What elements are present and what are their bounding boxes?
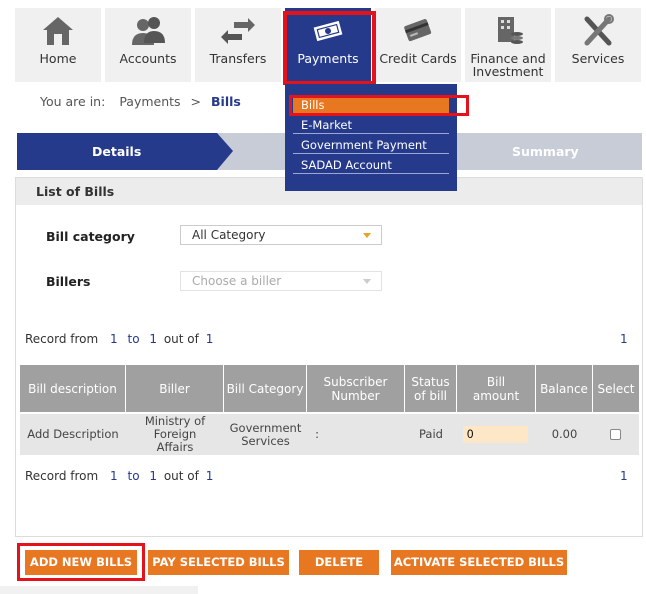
breadcrumb-payments-link[interactable]: Payments: [119, 94, 180, 109]
record-info-top: Record from 1 to 1 out of 1: [25, 332, 216, 346]
bill-category-select[interactable]: All Category: [180, 225, 382, 245]
nav-finance-investment-label: Finance and Investment: [470, 51, 546, 79]
breadcrumb-prefix: You are in:: [40, 94, 106, 109]
nav-services-label: Services: [571, 51, 625, 66]
cell-description[interactable]: Add Description: [20, 414, 126, 455]
cell-category: Government Services: [229, 420, 302, 448]
cell-biller: Ministry of Foreign Affairs: [144, 414, 206, 454]
nav-home-label: Home: [39, 51, 77, 66]
nav-credit-cards[interactable]: Credit Cards: [375, 8, 461, 82]
bill-category-value: All Category: [192, 228, 266, 242]
billers-label: Billers: [46, 274, 91, 289]
menu-item-government-payment[interactable]: Government Payment: [293, 137, 449, 154]
bottom-scrollbar-strip: [0, 586, 198, 594]
bill-amount-input[interactable]: [463, 426, 528, 443]
tools-icon: [584, 14, 614, 46]
record-prefix: Record from: [25, 332, 99, 346]
col-subscriber-number: Subscriber Number: [307, 365, 405, 412]
record-from: 1: [110, 469, 118, 483]
nav-home[interactable]: Home: [15, 8, 101, 82]
record-info-bottom: Record from 1 to 1 out of 1: [25, 469, 216, 483]
transfer-arrows-icon: [221, 18, 255, 44]
activate-selected-bills-button[interactable]: ACTIVATE SELECTED BILLS: [391, 550, 567, 575]
nav-services[interactable]: Services: [555, 8, 641, 82]
add-new-bills-highlight-box: [17, 543, 145, 581]
page-link-bottom[interactable]: 1: [620, 469, 628, 483]
bills-menu-highlight-box: [289, 95, 469, 116]
col-biller: Biller: [126, 365, 224, 412]
record-to: 1: [149, 332, 158, 346]
record-out-of: out of: [163, 332, 199, 346]
breadcrumb-current: Bills: [211, 94, 241, 109]
col-bill-amount: Bill amount: [457, 365, 536, 412]
record-to-word: to: [127, 469, 140, 483]
select-bill-checkbox[interactable]: [610, 429, 621, 440]
payments-highlight-box: [283, 11, 376, 85]
nav-transfers-label: Transfers: [209, 51, 267, 66]
nav-accounts[interactable]: Accounts: [105, 8, 191, 82]
record-to-word: to: [127, 332, 140, 346]
cell-subscriber: :: [315, 427, 319, 441]
billers-select[interactable]: Choose a biller: [180, 271, 382, 291]
menu-item-e-market[interactable]: E-Market: [293, 117, 449, 134]
step-summary-label: Summary: [512, 144, 579, 159]
breadcrumb-separator: >: [190, 94, 202, 109]
bills-table-header: Bill description Biller Bill Category Su…: [20, 365, 639, 412]
col-balance: Balance: [536, 365, 593, 412]
panel-title: List of Bills: [36, 184, 115, 199]
record-total: 1: [205, 469, 214, 483]
step-details-label: Details: [92, 144, 142, 159]
nav-credit-cards-label: Credit Cards: [379, 51, 457, 66]
record-prefix: Record from: [25, 469, 99, 483]
col-bill-category: Bill Category: [224, 365, 307, 412]
record-total: 1: [205, 332, 214, 346]
finance-icon: [498, 17, 523, 44]
bill-category-label: Bill category: [46, 229, 135, 244]
page-link-top[interactable]: 1: [620, 332, 628, 346]
nav-finance-investment[interactable]: Finance and Investment: [465, 8, 551, 82]
billers-placeholder: Choose a biller: [192, 274, 282, 288]
record-out-of: out of: [163, 469, 199, 483]
pay-selected-bills-button[interactable]: PAY SELECTED BILLS: [148, 550, 289, 575]
col-status: Status of bill: [405, 365, 457, 412]
credit-card-icon: [404, 19, 432, 42]
col-select: Select: [597, 381, 635, 396]
breadcrumb: You are in: Payments > Bills: [40, 94, 241, 109]
record-from: 1: [110, 332, 118, 346]
home-icon: [43, 17, 73, 45]
record-to: 1: [149, 469, 158, 483]
chevron-down-icon: [363, 233, 371, 238]
cell-balance: 0.00: [551, 427, 578, 441]
menu-item-sadad-account[interactable]: SADAD Account: [293, 157, 449, 174]
cell-status: Paid: [419, 427, 443, 441]
chevron-down-icon: [363, 279, 371, 284]
col-bill-description: Bill description: [20, 365, 126, 412]
delete-button[interactable]: DELETE: [299, 550, 379, 575]
table-row: Add Description Ministry of Foreign Affa…: [20, 414, 639, 455]
users-icon: [132, 17, 165, 45]
nav-accounts-label: Accounts: [119, 51, 177, 66]
nav-transfers[interactable]: Transfers: [195, 8, 281, 82]
